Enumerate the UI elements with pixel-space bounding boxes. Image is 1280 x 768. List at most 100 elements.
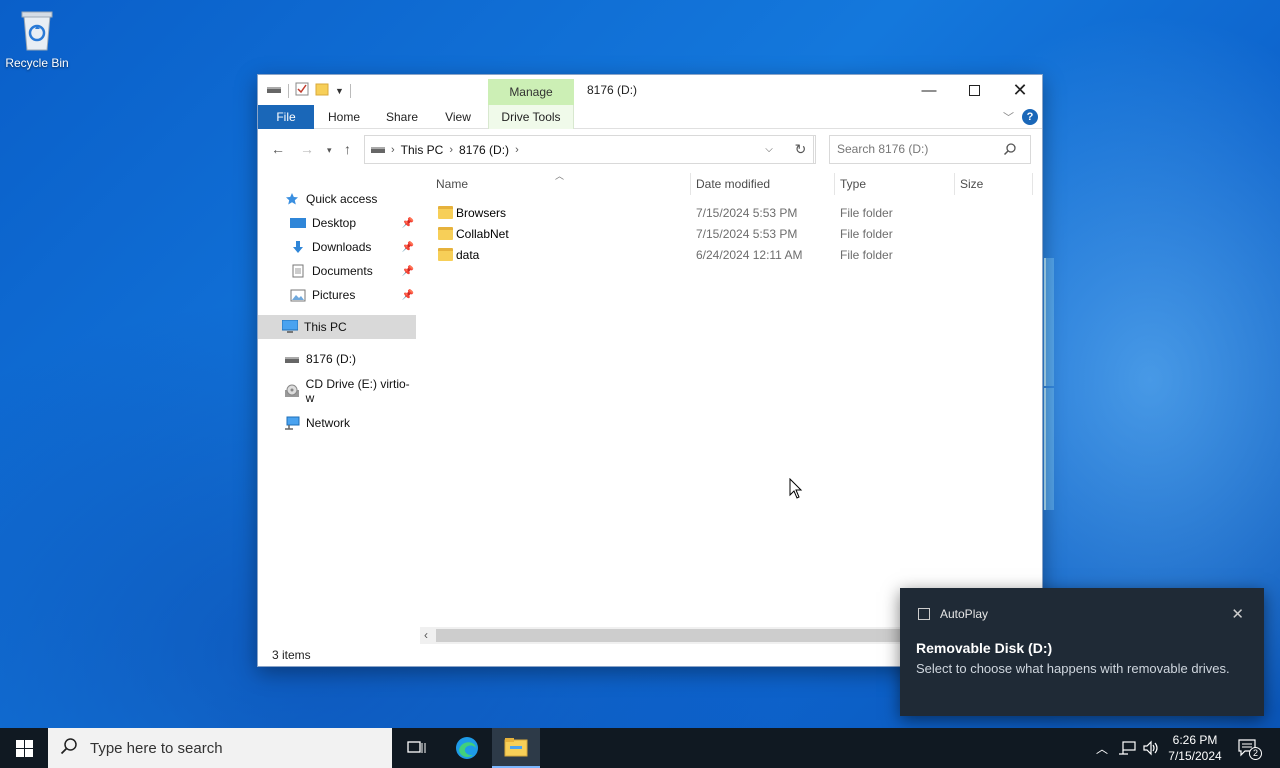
recycle-bin-icon [18,8,56,52]
tab-view[interactable]: View [434,105,482,129]
scroll-left-icon[interactable]: ‹ [424,628,428,642]
nav-pictures[interactable]: Pictures 📌 [258,283,416,307]
expand-ribbon-icon[interactable]: ﹀ [1003,109,1014,125]
nav-documents[interactable]: Documents 📌 [258,259,416,283]
file-date: 7/15/2024 5:53 PM [696,227,798,241]
pin-icon[interactable]: 📌 [402,290,414,301]
maximize-button[interactable] [951,75,997,105]
nav-this-pc[interactable]: This PC [258,315,416,339]
nav-label: Quick access [306,192,378,206]
pin-icon[interactable]: 📌 [402,242,414,253]
table-row[interactable]: Browsers 7/15/2024 5:53 PM File folder [428,203,1034,224]
tab-drive-tools[interactable]: Drive Tools [488,105,574,129]
computer-icon [282,319,298,335]
refresh-icon: ↻ [794,141,807,157]
close-icon[interactable]: ✕ [1231,605,1244,623]
ribbon-tabs: File Home Share View Drive Tools ﹀ ? [258,105,1042,129]
edge-browser-icon [456,737,478,759]
breadcrumb-chevron-icon[interactable]: › [391,144,395,156]
breadcrumb-chevron-icon[interactable]: › [515,144,519,156]
table-row[interactable]: data 6/24/2024 12:11 AM File folder [428,245,1034,266]
minimize-button[interactable]: — [906,75,952,105]
maximize-icon [968,84,980,96]
toolbar-separator [288,83,289,98]
volume-icon[interactable] [1142,728,1160,768]
nav-downloads[interactable]: Downloads 📌 [258,235,416,259]
nav-quick-access[interactable]: Quick access [258,187,416,211]
customize-toolbar-icon[interactable]: ▼ [335,86,344,96]
show-hidden-icons-icon[interactable]: ︿ [1096,728,1108,768]
column-header-date-modified[interactable]: Date modified [696,177,770,191]
autoplay-icon [918,608,930,620]
nav-label: Pictures [312,288,356,302]
breadcrumb-drive-d[interactable]: 8176 (D:) [459,143,509,157]
task-view-button[interactable] [392,728,440,768]
nav-cd-drive[interactable]: CD Drive (E:) virtio-w [258,377,416,405]
column-divider[interactable] [834,173,835,195]
nav-drive-d[interactable]: 8176 (D:) [258,347,416,371]
taskbar-search-input[interactable]: Type here to search [48,728,392,768]
toolbar-separator [349,83,351,98]
column-header-size[interactable]: Size [960,177,983,191]
nav-network[interactable]: Network [258,411,416,435]
back-arrow-icon[interactable]: ← [271,141,285,157]
refresh-button[interactable]: ↻ [786,135,816,164]
tab-home[interactable]: Home [320,105,368,129]
scrollbar-thumb[interactable] [436,629,916,642]
action-center-button[interactable]: 2 [1238,728,1262,768]
pin-icon[interactable]: 📌 [402,218,414,229]
file-type: File folder [840,227,893,241]
column-header-type[interactable]: Type [840,177,866,191]
breadcrumb-chevron-icon[interactable]: › [449,144,453,156]
notification-message: Select to choose what happens with remov… [916,661,1230,676]
download-arrow-icon [290,239,306,255]
address-history-dropdown-icon[interactable]: ⌵ [755,136,783,163]
network-icon [284,415,300,431]
wallpaper-glow [1044,388,1054,510]
new-folder-icon[interactable] [315,82,329,99]
manage-contextual-tab[interactable]: Manage [488,79,574,105]
up-arrow-icon[interactable]: ↑ [344,141,351,157]
pictures-icon [290,287,306,303]
taskbar-search-placeholder: Type here to search [90,739,223,757]
edge-button[interactable] [443,728,491,768]
column-divider[interactable] [690,173,691,195]
recent-locations-icon[interactable]: ▾ [327,145,332,156]
start-button[interactable] [0,728,48,768]
search-input[interactable]: Search 8176 (D:) [829,135,1031,164]
column-divider[interactable] [954,173,955,195]
help-button[interactable]: ? [1022,109,1038,125]
windows-logo-icon [15,739,33,757]
desktop-icon [290,215,306,231]
table-row[interactable]: CollabNet 7/15/2024 5:53 PM File folder [428,224,1034,245]
nav-label: CD Drive (E:) virtio-w [305,377,410,405]
nav-label: Desktop [312,216,357,230]
recycle-bin-label: Recycle Bin [5,56,69,70]
nav-label: Downloads [312,240,372,254]
autoplay-notification[interactable]: AutoPlay ✕ Removable Disk (D:) Select to… [900,588,1264,716]
forward-arrow-icon[interactable]: → [300,141,314,157]
properties-icon[interactable] [295,82,309,99]
tab-file[interactable]: File [258,105,314,129]
breadcrumb-this-pc[interactable]: This PC [401,143,444,157]
file-name: Browsers [456,206,507,220]
file-list: ︿ Name Date modified Type Size Browsers … [428,169,1034,629]
star-icon [284,191,300,207]
column-header-name[interactable]: Name [436,177,468,191]
column-divider[interactable] [1032,173,1033,195]
minimize-icon: — [921,81,937,99]
network-icon[interactable] [1118,728,1136,768]
nav-label: 8176 (D:) [306,352,357,366]
file-explorer-taskbar-button[interactable] [492,728,540,768]
nav-desktop[interactable]: Desktop 📌 [258,211,416,235]
address-bar[interactable]: › This PC › 8176 (D:) › ⌵ [364,135,814,164]
close-button[interactable]: ✕ [997,75,1043,105]
recycle-bin[interactable]: Recycle Bin [4,8,70,70]
tab-share[interactable]: Share [378,105,426,129]
taskbar: Type here to search ︿ 6:26 PM 7/15/2024 … [0,728,1280,768]
system-clock[interactable]: 6:26 PM 7/15/2024 [1164,732,1226,764]
pin-icon[interactable]: 📌 [402,266,414,277]
file-explorer-window: ▼ Manage 8176 (D:) — ✕ File Home Share V… [257,74,1044,667]
nav-label: Documents [312,264,373,278]
window-title: 8176 (D:) [587,83,638,97]
